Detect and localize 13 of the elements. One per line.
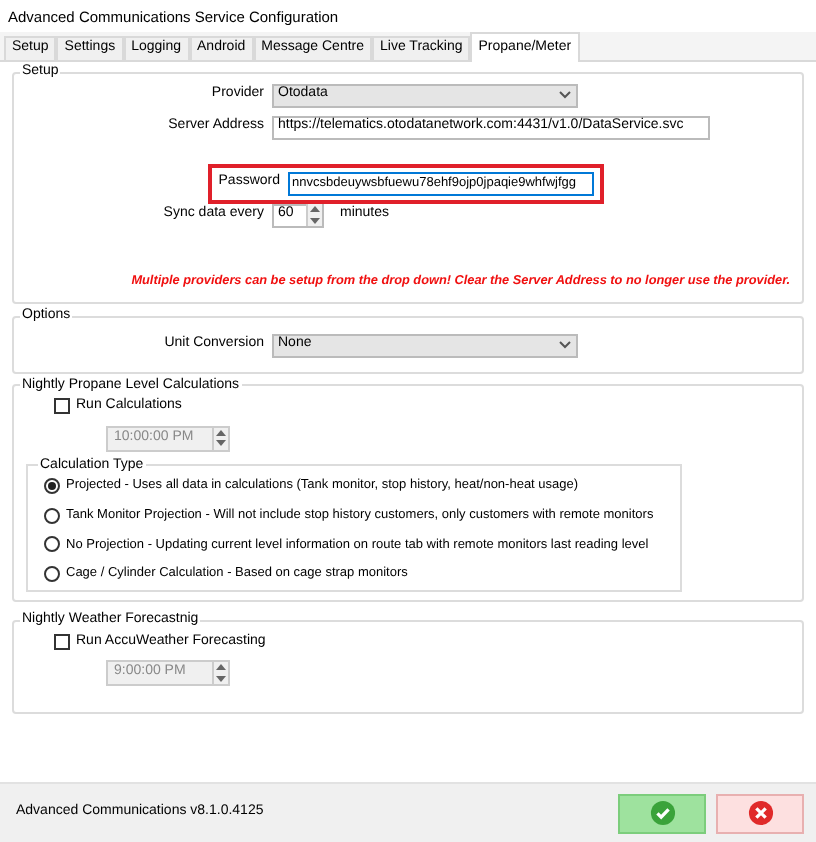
chevron-down-icon: [558, 340, 572, 351]
radio-button[interactable]: [44, 566, 60, 583]
radio-button[interactable]: [44, 536, 60, 553]
check-icon: [649, 800, 675, 826]
cancel-button[interactable]: [716, 793, 804, 833]
close-icon: [747, 800, 773, 826]
ok-button[interactable]: [618, 793, 706, 833]
radio-button[interactable]: [44, 507, 60, 524]
chevron-down-icon: [558, 90, 572, 100]
checkbox[interactable]: [54, 633, 70, 650]
radio-button[interactable]: [44, 477, 60, 494]
checkbox[interactable]: [54, 398, 70, 415]
spin-buttons[interactable]: [306, 204, 322, 226]
